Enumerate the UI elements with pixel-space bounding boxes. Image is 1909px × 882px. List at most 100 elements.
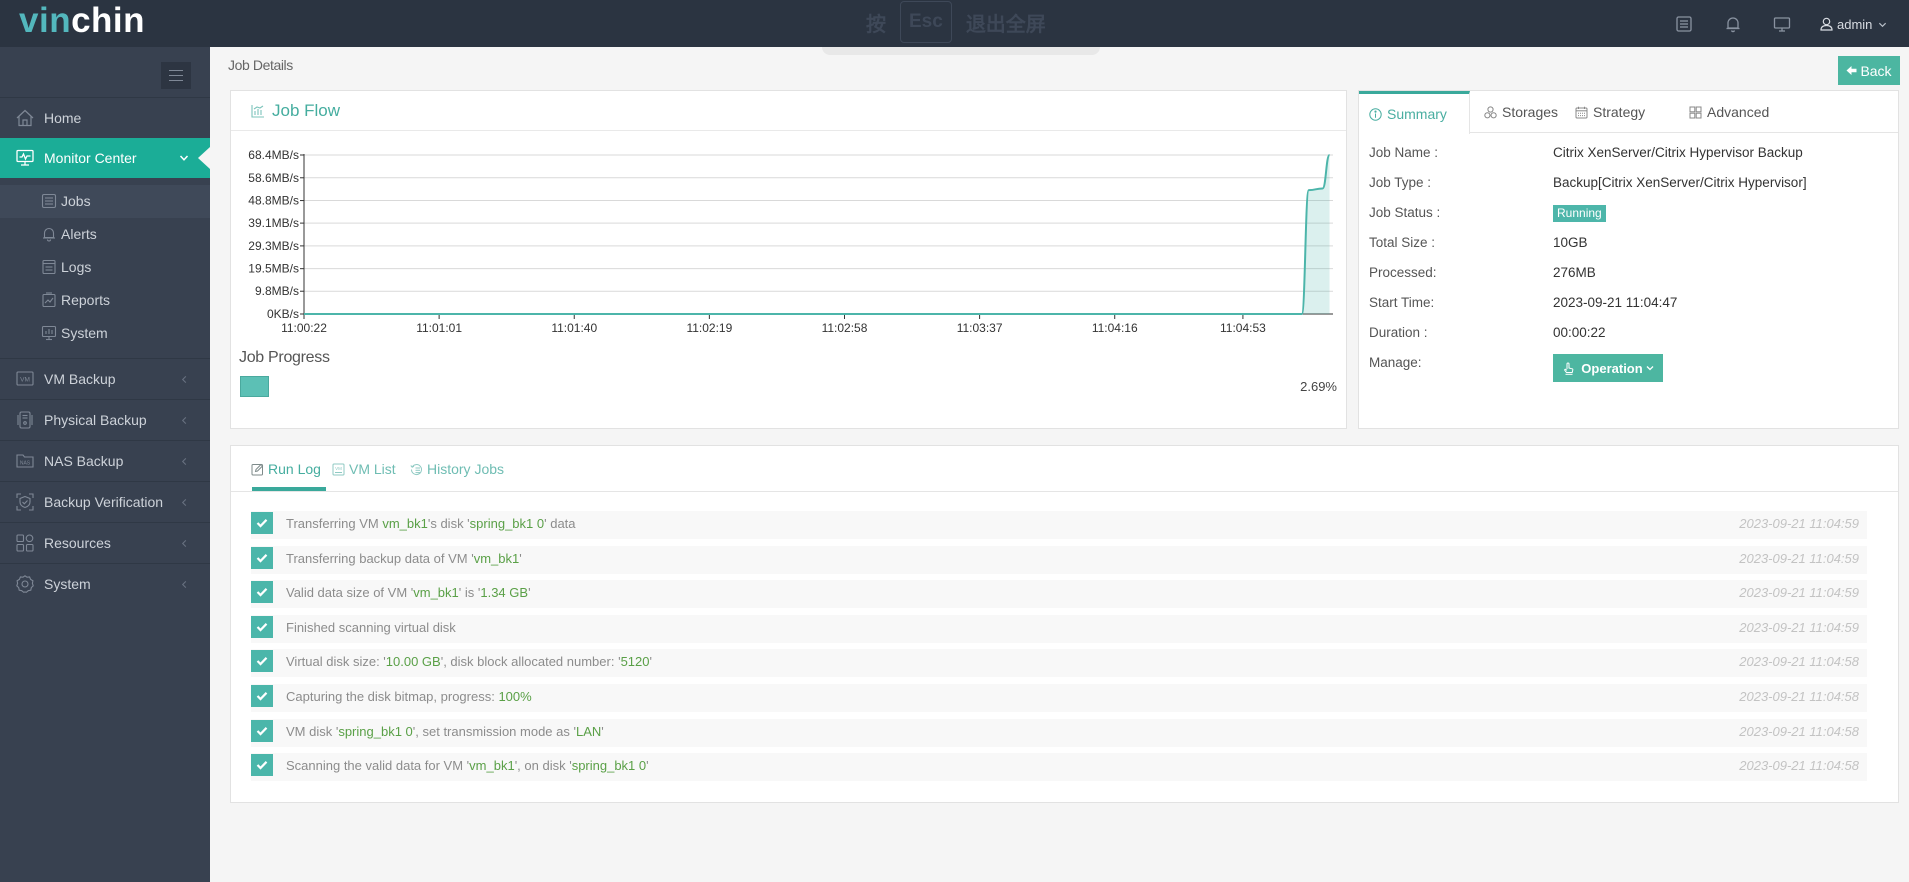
log-timestamp: 2023-09-21 11:04:59: [1739, 516, 1859, 531]
log-checkbox[interactable]: [251, 754, 273, 777]
log-checkbox[interactable]: [251, 615, 273, 638]
log-text: Valid data size of VM ': [286, 585, 414, 601]
checkmark-icon: [256, 588, 268, 597]
log-checkbox[interactable]: [251, 512, 273, 534]
document-icon: [41, 259, 57, 275]
chevron-left-icon: [180, 416, 189, 425]
fullscreen-hint-action: 退出全屏: [965, 13, 1046, 36]
tab-vm-list[interactable]: VM VM List: [332, 458, 396, 480]
report-icon: [41, 292, 57, 308]
log-text: ': [519, 550, 522, 566]
log-timestamp: 2023-09-21 11:04:58: [1739, 723, 1859, 739]
log-checkbox[interactable]: [251, 719, 273, 742]
logo-part-2: chin: [71, 1, 146, 40]
log-entry: Transferring backup data of VM 'vm_bk1' 2…: [251, 545, 1867, 574]
log-text: ': [601, 723, 604, 739]
status-badge: Running: [1553, 205, 1606, 222]
log-checkbox[interactable]: [251, 581, 273, 604]
chevron-left-icon: [180, 539, 189, 548]
sidebar-subitem-system[interactable]: System: [0, 317, 210, 350]
sidebar-item-physical-backup[interactable]: Physical Backup: [0, 400, 210, 440]
back-button[interactable]: Back: [1838, 56, 1900, 85]
arrow-left-icon: [1846, 65, 1857, 76]
user-menu[interactable]: admin: [1820, 14, 1887, 34]
tab-storages[interactable]: Storages: [1484, 91, 1558, 133]
bell-icon: [41, 226, 57, 242]
sidebar-subitem-alerts[interactable]: Alerts: [0, 218, 210, 251]
log-text: ': [649, 654, 652, 670]
logo-part-1: vin: [19, 1, 72, 40]
sidebar-item-resources[interactable]: Resources: [0, 523, 210, 563]
chevron-left-icon: [180, 498, 189, 507]
log-timestamp: 2023-09-21 11:04:59: [1739, 550, 1859, 566]
sidebar-item-label: System: [44, 576, 91, 592]
top-bar: vinchin 按 Esc 退出全屏 admin: [0, 0, 1909, 47]
summary-row-job-status: Job Status : Running: [1359, 203, 1898, 223]
svg-text:VM: VM: [335, 466, 342, 471]
tab-label: Strategy: [1593, 104, 1646, 120]
log-highlight: 5120: [620, 654, 650, 670]
gear-icon: [15, 574, 35, 594]
checkmark-icon: [256, 519, 268, 528]
log-message: Transferring backup data of VM 'vm_bk1': [286, 546, 522, 571]
physical-server-icon: [15, 410, 35, 430]
sidebar-subitem-jobs[interactable]: Jobs: [0, 185, 210, 218]
grid-icon: [1689, 106, 1702, 119]
sidebar-item-label: Resources: [44, 535, 111, 551]
log-text: ': [646, 758, 649, 774]
tab-advanced[interactable]: Advanced: [1689, 91, 1769, 133]
sidebar-item-backup-verification[interactable]: Backup Verification: [0, 482, 210, 522]
tab-summary[interactable]: Summary: [1359, 91, 1470, 134]
log-text: ', set transmission mode as ': [412, 723, 576, 739]
fullscreen-exit-hint: 按 Esc 退出全屏: [866, 0, 1046, 44]
log-entry: Capturing the disk bitmap, progress: 100…: [251, 684, 1867, 712]
chevron-down-icon: [179, 153, 189, 163]
tab-history-jobs[interactable]: History Jobs: [410, 458, 504, 480]
sidebar-subitem-label: Alerts: [61, 226, 97, 242]
log-text: ' data: [544, 516, 576, 531]
log-message: Finished scanning virtual disk: [286, 615, 456, 640]
user-icon: [1820, 17, 1833, 31]
sidebar-subitem-logs[interactable]: Logs: [0, 251, 210, 284]
summary-row-total-size: Total Size : 10GB: [1359, 233, 1898, 253]
log-entry: Scanning the valid data for VM 'vm_bk1',…: [251, 753, 1867, 782]
y-tick-label: 68.4MB/s: [248, 148, 299, 162]
sidebar-toggle-button[interactable]: [161, 62, 191, 89]
sidebar-item-monitor-center[interactable]: Monitor Center: [0, 138, 210, 178]
sidebar-subitem-label: Logs: [61, 259, 92, 275]
sidebar-item-label: Physical Backup: [44, 412, 147, 428]
sidebar-item-vm-backup[interactable]: VM VM Backup: [0, 359, 210, 399]
log-highlight: 100%: [498, 689, 532, 704]
sidebar-subitem-reports[interactable]: Reports: [0, 284, 210, 317]
tab-strategy[interactable]: Strategy: [1575, 91, 1645, 133]
log-checkbox[interactable]: [251, 650, 273, 673]
list-icon[interactable]: [1675, 15, 1693, 33]
fullscreen-hint-press: 按: [866, 13, 886, 36]
sidebar-item-nas-backup[interactable]: NAS NAS Backup: [0, 441, 210, 481]
sidebar-item-system[interactable]: System: [0, 564, 210, 604]
x-tick-label: 11:04:53: [1220, 321, 1266, 335]
history-icon: [410, 463, 423, 476]
bell-icon[interactable]: [1724, 15, 1742, 33]
job-type-value: Backup[Citrix XenServer/Citrix Hyperviso…: [1553, 175, 1807, 190]
logo[interactable]: vinchin: [19, 1, 145, 41]
job-progress-percent: 2.69%: [1300, 379, 1337, 394]
sidebar-item-home[interactable]: Home: [0, 98, 210, 138]
monitor-icon[interactable]: [1773, 15, 1791, 33]
chevron-left-icon: [180, 457, 189, 466]
log-entry: Virtual disk size: '10.00 GB', disk bloc…: [251, 649, 1867, 678]
tab-label: VM List: [349, 461, 396, 477]
log-highlight: spring_bk1 0: [571, 758, 647, 774]
log-timestamp: 2023-09-21 11:04:59: [1739, 585, 1859, 601]
operation-dropdown-button[interactable]: Operation: [1553, 354, 1663, 382]
log-checkbox[interactable]: [251, 685, 273, 707]
vm-list-icon: VM: [332, 463, 345, 476]
svg-text:VM: VM: [20, 377, 30, 384]
chevron-left-icon: [180, 580, 189, 589]
log-text: ': [528, 585, 531, 601]
sidebar-subitem-label: Jobs: [61, 193, 91, 209]
log-checkbox[interactable]: [251, 546, 273, 569]
summary-label: Job Type :: [1369, 175, 1432, 190]
tab-run-log[interactable]: Run Log: [251, 458, 321, 480]
x-tick-label: 11:02:58: [822, 321, 868, 335]
